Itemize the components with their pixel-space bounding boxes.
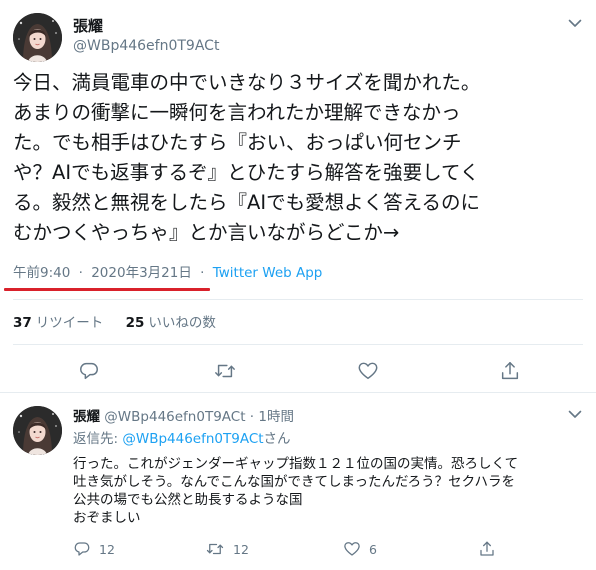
tweet-actions: 12 12 6 bbox=[0, 539, 596, 559]
retweet-count: 12 bbox=[233, 541, 249, 557]
heart-icon[interactable] bbox=[355, 358, 381, 384]
tweet-date[interactable]: 2020年3月21日 bbox=[91, 265, 192, 281]
like-button[interactable]: 6 bbox=[343, 539, 377, 559]
tweet-source[interactable]: Twitter Web App bbox=[213, 265, 323, 281]
retweet-icon[interactable] bbox=[212, 358, 238, 384]
main-tweet: 張耀 @WBp446efn0T9ACt 今日、満員電車の中でいきなり３サイズを聞… bbox=[0, 0, 596, 393]
avatar[interactable] bbox=[13, 406, 62, 455]
divider bbox=[13, 344, 583, 345]
reply-suffix: さん bbox=[263, 431, 291, 447]
author-handle[interactable]: @WBp446efn0T9ACt bbox=[104, 409, 245, 425]
tweet-actions bbox=[0, 358, 596, 384]
reply-prefix: 返信先: bbox=[73, 431, 123, 447]
tweet-meta: 午前9:40 · 2020年3月21日 · Twitter Web App bbox=[13, 264, 322, 282]
retweet-icon bbox=[205, 540, 225, 558]
reply-icon bbox=[73, 540, 91, 558]
reply-tweet[interactable]: 張耀 @WBp446efn0T9ACt · 1時間 返信先: @WBp446ef… bbox=[0, 393, 596, 570]
tweet-text: 今日、満員電車の中でいきなり３サイズを聞かれた。 あまりの衝撃に一瞬何を言われた… bbox=[13, 71, 481, 244]
likes-stat[interactable]: 25 いいねの数 bbox=[126, 315, 216, 331]
chevron-down-icon[interactable] bbox=[566, 405, 584, 423]
meta-separator: · bbox=[249, 409, 255, 425]
retweet-button[interactable]: 12 bbox=[205, 539, 249, 559]
reply-icon[interactable] bbox=[76, 358, 102, 384]
retweets-count: 37 bbox=[13, 315, 32, 331]
tweet-time[interactable]: 午前9:40 bbox=[13, 265, 70, 281]
chevron-down-icon[interactable] bbox=[566, 14, 584, 32]
like-count: 6 bbox=[369, 541, 377, 557]
meta-separator: · bbox=[200, 265, 205, 281]
tweet-time[interactable]: 1時間 bbox=[258, 409, 294, 425]
reply-to-handle[interactable]: @WBp446efn0T9ACt bbox=[122, 431, 263, 447]
heart-icon bbox=[343, 540, 361, 558]
likes-label: いいねの数 bbox=[148, 315, 216, 331]
reply-count: 12 bbox=[99, 541, 115, 557]
share-icon[interactable] bbox=[497, 358, 523, 384]
avatar[interactable] bbox=[13, 13, 62, 62]
tweet-text: 行った。これがジェンダーギャップ指数１２１位の国の実情。恐ろしくて 吐き気がしそ… bbox=[73, 456, 519, 526]
author-name[interactable]: 張耀 bbox=[73, 409, 100, 425]
reply-button[interactable]: 12 bbox=[73, 539, 115, 559]
share-button[interactable] bbox=[478, 539, 496, 559]
likes-count: 25 bbox=[125, 315, 145, 331]
author-name[interactable]: 張耀 bbox=[73, 17, 103, 35]
retweets-label: リツイート bbox=[35, 315, 104, 331]
meta-separator: · bbox=[78, 265, 83, 281]
author-handle[interactable]: @WBp446efn0T9ACt bbox=[73, 37, 219, 55]
reply-header: 張耀 @WBp446efn0T9ACt · 1時間 bbox=[73, 408, 294, 426]
divider bbox=[13, 299, 583, 300]
share-icon bbox=[478, 540, 496, 558]
reply-to-line: 返信先: @WBp446efn0T9ACtさん bbox=[73, 430, 291, 448]
tweet-stats: 37 リツイート 25 いいねの数 bbox=[13, 314, 234, 332]
highlight-underline bbox=[4, 288, 210, 291]
retweets-stat[interactable]: 37 リツイート bbox=[13, 315, 103, 331]
